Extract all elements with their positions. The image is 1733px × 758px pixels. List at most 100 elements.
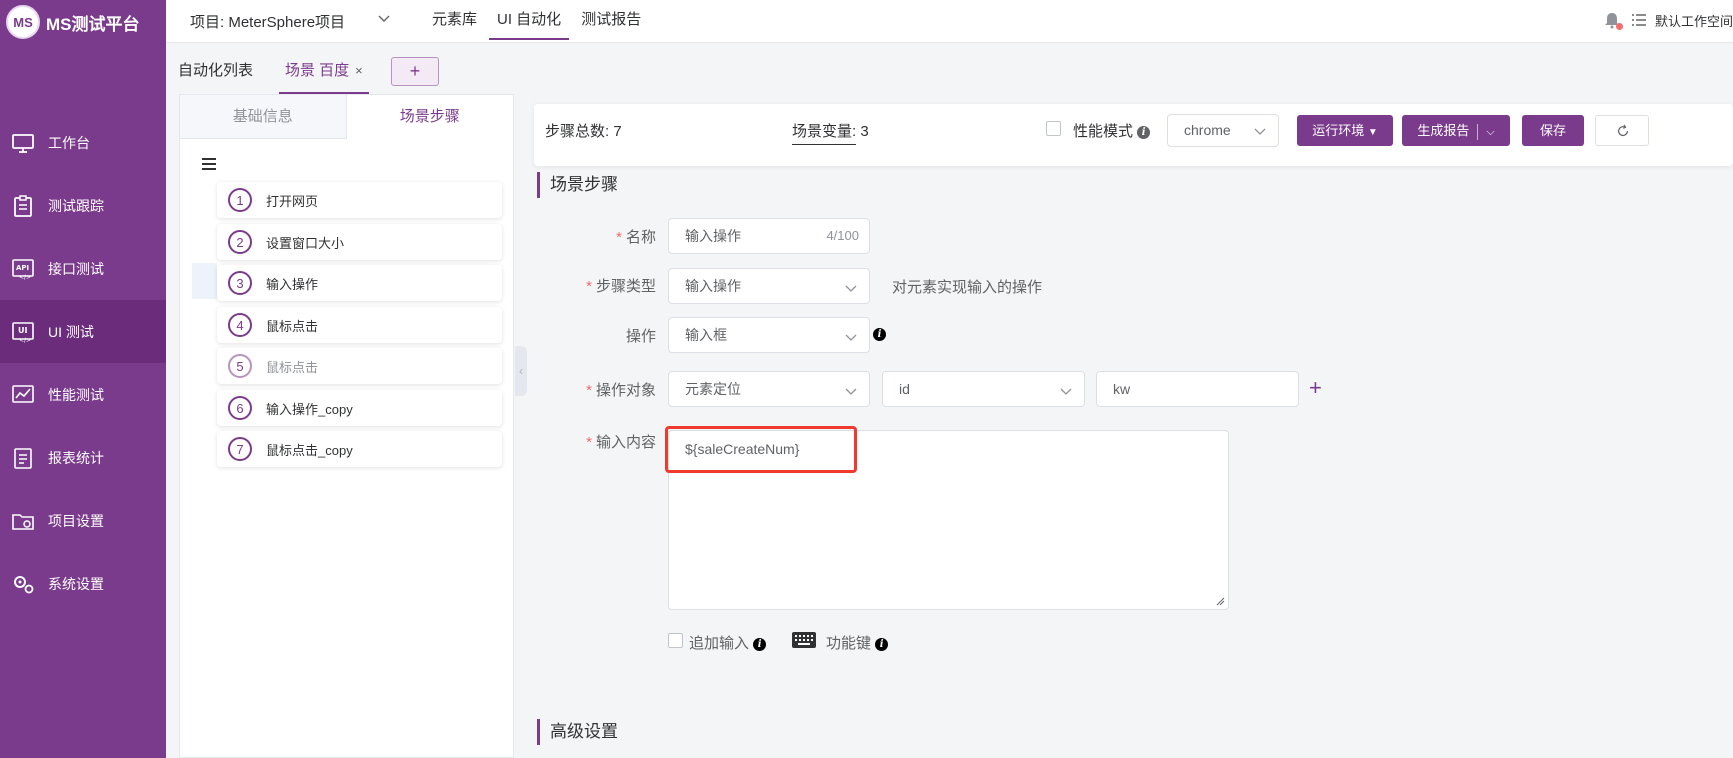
tab-basic-info[interactable]: 基础信息 bbox=[180, 95, 347, 139]
add-tab-button[interactable]: + bbox=[391, 57, 439, 86]
name-label: * 名称 bbox=[560, 226, 656, 247]
sidebar-item-test-track[interactable]: 测试跟踪 bbox=[0, 174, 166, 237]
step-label: 打开网页 bbox=[266, 193, 319, 209]
step-label: 设置窗口大小 bbox=[266, 235, 345, 251]
folder-gear-icon bbox=[10, 510, 36, 532]
name-counter: 4/100 bbox=[826, 228, 859, 243]
logo[interactable]: MS MS测试平台 bbox=[6, 4, 140, 40]
info-icon[interactable]: i bbox=[875, 637, 889, 651]
step-panel-tabs: 基础信息 场景步骤 bbox=[180, 95, 513, 139]
step-panel: 基础信息 场景步骤 1 打开网页 2 设置窗口大小 3 输入操作 4 鼠标点击 5 鼠标点击 6 输入… bbox=[179, 94, 514, 758]
editor-tabs: 自动化列表 场景 百度 × + bbox=[166, 44, 1733, 94]
sidebar-item-project-settings[interactable]: 项目设置 bbox=[0, 489, 166, 552]
run-env-button[interactable]: 运行环境 ▼ bbox=[1297, 115, 1393, 146]
locator-value-input[interactable]: kw bbox=[1096, 371, 1299, 407]
sidebar-item-api-test[interactable]: API </> 接口测试 bbox=[0, 237, 166, 300]
scene-variables[interactable]: 场景变量: 3 bbox=[792, 120, 869, 145]
list-icon bbox=[1631, 14, 1646, 26]
name-input[interactable]: 输入操作 4/100 bbox=[668, 218, 870, 254]
function-key-text: 功能键 bbox=[826, 635, 872, 652]
workspace-selector[interactable]: 默认工作空间 bbox=[1655, 11, 1733, 30]
top-nav: 元素库 UI 自动化 测试报告 bbox=[424, 0, 653, 43]
tab-scene-steps[interactable]: 场景步骤 bbox=[346, 95, 513, 139]
input-content-label: * 输入内容 bbox=[560, 431, 656, 452]
locator-by-select[interactable]: id bbox=[882, 371, 1085, 407]
sidebar-item-label: 性能测试 bbox=[48, 386, 104, 403]
collapse-handle[interactable]: ‹ bbox=[515, 346, 527, 396]
menu-icon[interactable] bbox=[202, 157, 218, 171]
step-item[interactable]: 1 打开网页 bbox=[217, 182, 502, 218]
resize-grip-icon[interactable] bbox=[1215, 596, 1225, 606]
step-item[interactable]: 2 设置窗口大小 bbox=[217, 224, 502, 260]
tab-scene-baidu[interactable]: 场景 百度 × bbox=[279, 44, 369, 94]
scenario-toolbar: 步骤总数: 7 场景变量: 3 性能模式 i chrome 运行环境 ▼ 生成报… bbox=[534, 104, 1733, 166]
info-icon[interactable]: i bbox=[873, 328, 886, 341]
step-number: 6 bbox=[228, 396, 252, 420]
tab-automation-list[interactable]: 自动化列表 bbox=[178, 44, 253, 94]
name-label-text: 名称 bbox=[625, 229, 656, 246]
info-icon[interactable]: i bbox=[753, 637, 767, 651]
top-nav-test-report[interactable]: 测试报告 bbox=[573, 0, 649, 40]
monitor-icon bbox=[10, 132, 36, 154]
sidebar-item-label: 项目设置 bbox=[48, 512, 104, 529]
sidebar-item-label: UI 测试 bbox=[48, 323, 94, 340]
generate-report-button[interactable]: 生成报告 ⌵ bbox=[1402, 115, 1510, 146]
sidebar-item-label: 测试跟踪 bbox=[48, 197, 104, 214]
sidebar-item-workbench[interactable]: 工作台 bbox=[0, 111, 166, 174]
sidebar-item-label: 接口测试 bbox=[48, 260, 104, 277]
top-nav-ui-automation[interactable]: UI 自动化 bbox=[489, 0, 570, 40]
perf-mode-checkbox[interactable] bbox=[1046, 121, 1061, 136]
top-nav-element-library[interactable]: 元素库 bbox=[424, 0, 485, 40]
step-item[interactable]: 6 输入操作_copy bbox=[217, 390, 502, 426]
sidebar-item-label: 报表统计 bbox=[48, 449, 104, 466]
close-icon[interactable]: × bbox=[355, 63, 363, 78]
project-selector[interactable]: 项目: MeterSphere项目 bbox=[190, 11, 345, 32]
locator-type-select[interactable]: 元素定位 bbox=[668, 371, 870, 407]
append-input-checkbox[interactable] bbox=[668, 633, 683, 648]
step-type-select[interactable]: 输入操作 bbox=[668, 268, 870, 304]
info-icon[interactable]: i bbox=[1137, 125, 1151, 139]
sidebar-item-ui-test[interactable]: UI </> UI 测试 bbox=[0, 300, 166, 363]
chevron-down-icon bbox=[845, 388, 857, 395]
required-mark: * bbox=[616, 229, 622, 246]
sidebar-item-system-settings[interactable]: 系统设置 bbox=[0, 552, 166, 615]
operation-value: 输入框 bbox=[685, 327, 727, 343]
section-title-scene-steps: 场景步骤 bbox=[537, 172, 618, 198]
generate-report-label: 生成报告 bbox=[1417, 123, 1470, 138]
step-type-label: * 步骤类型 bbox=[560, 275, 656, 296]
perf-mode-label: 性能模式 i bbox=[1073, 120, 1151, 141]
browser-select[interactable]: chrome bbox=[1167, 114, 1279, 147]
refresh-button[interactable] bbox=[1595, 115, 1649, 146]
operation-label-text: 操作 bbox=[625, 328, 656, 345]
operation-label: 操作 bbox=[560, 325, 656, 346]
save-button[interactable]: 保存 bbox=[1522, 115, 1584, 146]
keyboard-icon[interactable] bbox=[792, 632, 816, 648]
chevron-down-icon[interactable]: ⌵ bbox=[1486, 126, 1494, 138]
append-input-label: 追加输入 i bbox=[689, 632, 767, 653]
step-item[interactable]: 3 输入操作 bbox=[217, 265, 502, 301]
svg-text:</>: </> bbox=[19, 337, 31, 343]
locator-by-value: id bbox=[899, 381, 910, 397]
operation-select[interactable]: 输入框 bbox=[668, 317, 870, 353]
scene-variables-count: 3 bbox=[860, 123, 869, 140]
step-item[interactable]: 4 鼠标点击 bbox=[217, 307, 502, 343]
chevron-down-icon[interactable] bbox=[376, 10, 392, 26]
caret-down-icon: ▼ bbox=[1367, 127, 1378, 138]
step-number: 7 bbox=[228, 437, 252, 461]
refresh-icon bbox=[1618, 124, 1628, 137]
step-label: 鼠标点击 bbox=[266, 318, 319, 334]
scene-variables-label: 场景变量: bbox=[792, 123, 857, 145]
sidebar-item-report[interactable]: 报表统计 bbox=[0, 426, 166, 489]
bell-icon[interactable] bbox=[1603, 11, 1623, 30]
step-label: 输入操作 bbox=[266, 276, 319, 292]
name-value: 输入操作 bbox=[685, 228, 741, 244]
step-item[interactable]: 7 鼠标点击_copy bbox=[217, 431, 502, 467]
sidebar-item-performance[interactable]: 性能测试 bbox=[0, 363, 166, 426]
step-label: 鼠标点击_copy bbox=[266, 442, 353, 458]
notification-dot bbox=[1615, 23, 1623, 30]
required-mark: * bbox=[586, 382, 592, 399]
step-item[interactable]: 5 鼠标点击 bbox=[217, 348, 502, 384]
locator-type-value: 元素定位 bbox=[685, 381, 741, 397]
function-key-label[interactable]: 功能键 i bbox=[826, 632, 889, 653]
add-locator-icon[interactable]: + bbox=[1309, 377, 1322, 399]
